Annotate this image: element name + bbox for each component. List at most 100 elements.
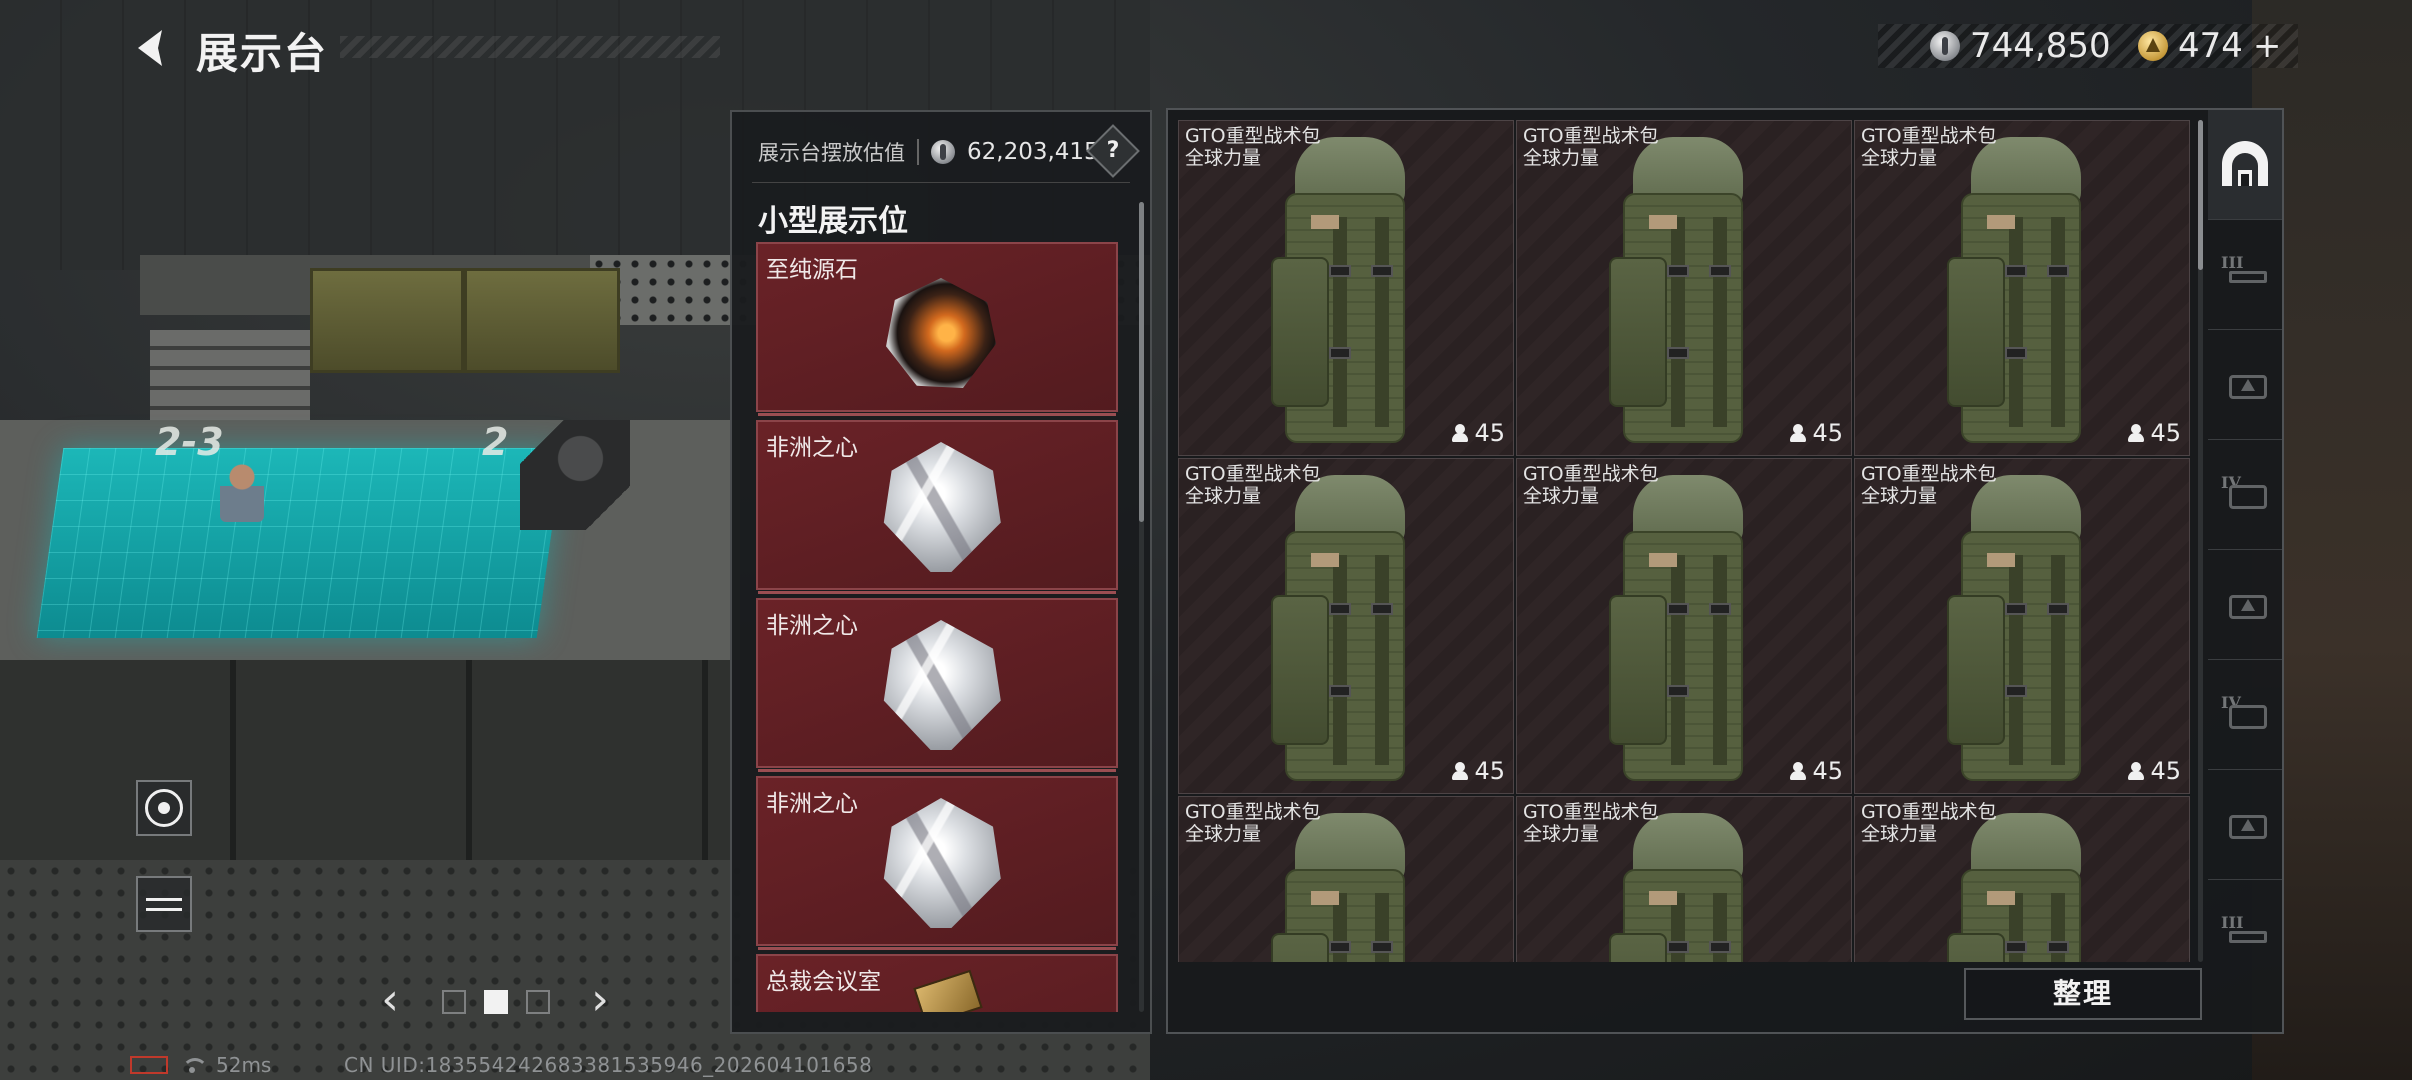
silver-currency-value: 744,850 <box>1970 26 2111 66</box>
slot-item-name: 总裁会议室 <box>766 969 881 995</box>
backpack-icon <box>1609 475 1749 785</box>
backpack-icon <box>1271 813 1411 962</box>
item-faction: 全球力量 <box>1523 485 1600 507</box>
robot-character <box>520 420 630 530</box>
inventory-item-cell[interactable]: GTO重型战术包 全球力量 <box>1516 796 1852 962</box>
add-currency-icon[interactable]: + <box>2253 26 2282 66</box>
owner-icon <box>1452 762 1469 780</box>
slot-item-name: 至纯源石 <box>766 257 858 283</box>
inventory-item-cell[interactable]: GTO重型战术包 全球力量 45 <box>1516 458 1852 794</box>
page-dot[interactable] <box>526 990 550 1014</box>
warning-case-icon <box>2221 807 2269 843</box>
item-faction: 全球力量 <box>1523 147 1600 169</box>
display-slot[interactable]: 总裁会议室 <box>756 954 1118 1012</box>
inventory-grid-viewport: GTO重型战术包 全球力量 45 GTO重型战术包 全球力量 45 GTO重型战术包 全球力量… <box>1178 120 2190 962</box>
item-name: GTO重型战术包 <box>1523 125 1659 147</box>
diamond-icon <box>883 620 1001 750</box>
warning-case-icon <box>2221 367 2269 403</box>
inventory-item-cell[interactable]: GTO重型战术包 全球力量 45 <box>1854 458 2190 794</box>
category-tabs: III IV IV III <box>2208 110 2282 1032</box>
tab-cases[interactable] <box>2208 770 2282 880</box>
item-faction: 全球力量 <box>1185 485 1262 507</box>
inventory-item-cell[interactable]: GTO重型战术包 全球力量 <box>1178 796 1514 962</box>
swap-button[interactable] <box>136 876 192 932</box>
display-slot-list: 至纯源石 非洲之心 非洲之心 非洲之心 总裁会议室 <box>756 242 1122 1012</box>
scene-drawers <box>150 330 310 420</box>
prev-page-button[interactable]: ‹ <box>370 978 410 1026</box>
inventory-item-cell[interactable]: GTO重型战术包 全球力量 45 <box>1178 458 1514 794</box>
display-slot[interactable]: 至纯源石 <box>756 242 1118 416</box>
inventory-item-cell[interactable]: GTO重型战术包 全球力量 45 <box>1854 120 2190 456</box>
item-name: GTO重型战术包 <box>1523 463 1659 485</box>
battery-icon <box>130 1056 168 1074</box>
valuation-value: 62,203,415 <box>967 139 1099 165</box>
item-faction: 全球力量 <box>1861 823 1938 845</box>
backpack-icon <box>1609 813 1749 962</box>
tab-cases[interactable] <box>2208 330 2282 440</box>
slot-item-name: 非洲之心 <box>766 791 858 817</box>
silver-coin-icon <box>931 140 955 164</box>
tab-folders-tier-4[interactable]: IV <box>2208 660 2282 770</box>
owner-icon <box>1790 424 1807 442</box>
view-toggle-button[interactable] <box>136 780 192 836</box>
item-count: 45 <box>1790 757 1843 785</box>
slot-item-name: 非洲之心 <box>766 435 858 461</box>
page-dot-active[interactable] <box>484 990 508 1014</box>
title-decoration <box>340 36 720 58</box>
item-count-value: 45 <box>1812 757 1843 785</box>
backpack-icon <box>1609 137 1749 447</box>
section-title: 小型展示位 <box>758 204 908 239</box>
tab-cases[interactable] <box>2208 550 2282 660</box>
display-slots-panel: 展示台摆放估值 62,203,415 ? 小型展示位 至纯源石 非洲之心 非洲之… <box>730 110 1152 1034</box>
display-stand-icon <box>2222 140 2268 186</box>
scene-cabinets <box>0 660 740 860</box>
item-count: 45 <box>1452 419 1505 447</box>
tab-display-stand[interactable] <box>2208 110 2282 220</box>
diamond-icon <box>883 798 1001 928</box>
display-valuation: 展示台摆放估值 62,203,415 <box>758 132 1099 172</box>
inventory-grid: GTO重型战术包 全球力量 45 GTO重型战术包 全球力量 45 GTO重型战术包 全球力量… <box>1178 120 2190 962</box>
valuation-label: 展示台摆放估值 <box>758 141 905 165</box>
owner-icon <box>1790 762 1807 780</box>
item-count-value: 45 <box>2150 419 2181 447</box>
scrollbar-thumb[interactable] <box>2198 120 2203 270</box>
item-count-value: 45 <box>1474 419 1505 447</box>
folder-tier-4-icon: IV <box>2221 473 2269 513</box>
inventory-item-cell[interactable]: GTO重型战术包 全球力量 45 <box>1516 120 1852 456</box>
weapon-tier-3-icon: III <box>2221 253 2269 293</box>
inventory-item-cell[interactable]: GTO重型战术包 全球力量 45 <box>1178 120 1514 456</box>
tab-weapons-tier-3[interactable]: III <box>2208 880 2282 990</box>
display-slot[interactable]: 非洲之心 <box>756 598 1118 772</box>
next-page-button[interactable]: › <box>580 978 620 1026</box>
ping-value: 52ms <box>216 1053 272 1077</box>
keycard-icon <box>913 969 983 1012</box>
tab-folders-tier-4[interactable]: IV <box>2208 440 2282 550</box>
wifi-icon <box>180 1056 208 1074</box>
display-slot[interactable]: 非洲之心 <box>756 776 1118 950</box>
item-faction: 全球力量 <box>1861 485 1938 507</box>
item-name: GTO重型战术包 <box>1861 125 1997 147</box>
owner-icon <box>2128 762 2145 780</box>
back-button[interactable] <box>128 24 176 72</box>
scene-room-label: 2-3 <box>155 420 224 464</box>
gold-currency[interactable]: 474 + <box>2138 26 2281 66</box>
silver-currency[interactable]: 744,850 <box>1930 26 2111 66</box>
operator-character <box>220 462 264 522</box>
item-count-value: 45 <box>1812 419 1843 447</box>
display-slot[interactable]: 非洲之心 <box>756 420 1118 594</box>
backpack-icon <box>1271 475 1411 785</box>
item-count-value: 45 <box>2150 757 2181 785</box>
item-name: GTO重型战术包 <box>1185 801 1321 823</box>
scrollbar-thumb[interactable] <box>1139 202 1144 522</box>
page-indicator: ‹ › <box>370 978 620 1026</box>
arrange-button[interactable]: 整理 <box>1964 968 2202 1020</box>
tab-weapons-tier-3[interactable]: III <box>2208 220 2282 330</box>
inventory-item-cell[interactable]: GTO重型战术包 全球力量 <box>1854 796 2190 962</box>
item-count: 45 <box>1452 757 1505 785</box>
item-faction: 全球力量 <box>1185 147 1262 169</box>
backpack-icon <box>1947 137 2087 447</box>
page-dot[interactable] <box>442 990 466 1014</box>
gold-triangle-coin-icon <box>2138 31 2168 61</box>
item-name: GTO重型战术包 <box>1185 125 1321 147</box>
item-name: GTO重型战术包 <box>1185 463 1321 485</box>
